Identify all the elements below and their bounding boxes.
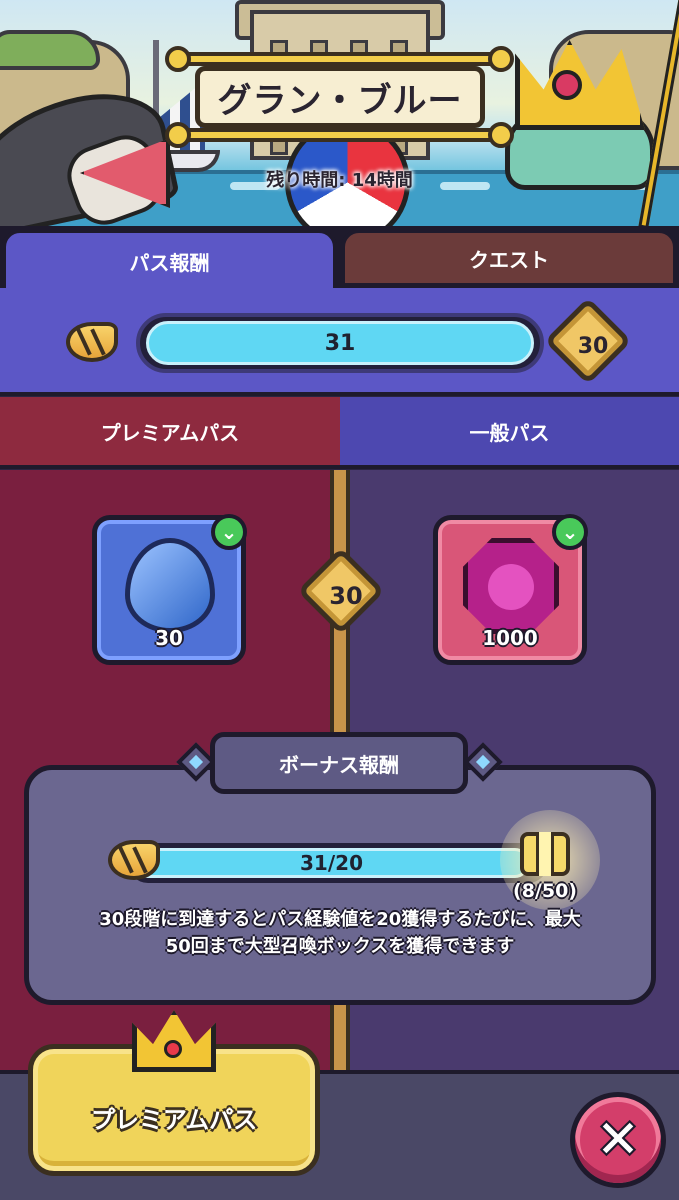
shell-icon — [66, 318, 122, 366]
bonus-progress-bar: 31/20 — [134, 848, 529, 878]
premium-pass-label: プレミアムパス — [100, 420, 240, 445]
reward-level-value: 30 — [329, 582, 363, 610]
title-banner: グラン・ブルー — [195, 66, 485, 128]
remaining-time: 残り時間: 14時間 — [266, 170, 413, 191]
pass-progress-value: 31 — [324, 330, 356, 356]
normal-pass-label: 一般パス — [469, 420, 550, 445]
shell-icon — [108, 836, 164, 884]
normal-reward-card[interactable]: 1000 ⌄ — [433, 514, 588, 665]
bonus-description: 30段階に到達するとパス経験値を20獲得するたびに、最大50回まで大型召喚ボック… — [99, 909, 581, 957]
premium-pass-button-label: プレミアムパス — [90, 1105, 258, 1134]
battle-pass-screen: グラン・ブルー 残り時間: 14時間 パス報酬 クエスト 31 30 プレミアム… — [0, 0, 679, 1200]
claimed-check-icon: ⌄ — [211, 514, 247, 550]
tab-quests[interactable]: クエスト — [341, 229, 677, 287]
bonus-chest-count: (8/50) — [513, 880, 577, 902]
premium-reward-card[interactable]: 30 ⌄ — [92, 514, 247, 665]
tab-pass-rewards[interactable]: パス報酬 — [2, 229, 337, 293]
crown-jewel — [164, 1040, 182, 1058]
title-knob — [165, 46, 191, 72]
close-button[interactable]: ✕ — [570, 1092, 666, 1188]
normal-pass-header: 一般パス — [340, 397, 679, 469]
blue-gem-drop-icon — [125, 538, 215, 633]
pink-gem-core — [488, 564, 534, 610]
crown-character-gem — [552, 70, 582, 100]
title-rod-top — [175, 52, 505, 66]
close-icon: ✕ — [596, 1110, 640, 1170]
title-knob — [488, 46, 514, 72]
pass-progress-bar: 31 — [146, 321, 534, 365]
tab-label: クエスト — [469, 247, 549, 272]
title-knob — [165, 122, 191, 148]
title-rod-bottom — [175, 128, 505, 142]
premium-pass-header: プレミアムパス — [0, 397, 340, 469]
page-title: グラン・ブルー — [217, 80, 463, 121]
premium-reward-amount: 30 — [155, 626, 183, 650]
bonus-title: ボーナス報酬 — [279, 752, 399, 777]
left-cliff-grass — [0, 30, 100, 70]
title-knob — [488, 122, 514, 148]
normal-reward-amount: 1000 — [482, 626, 538, 650]
bonus-progress-value: 31/20 — [300, 851, 363, 875]
level-badge-value: 30 — [577, 333, 609, 359]
header-scene: グラン・ブルー 残り時間: 14時間 — [0, 0, 679, 230]
bonus-title-plate: ボーナス報酬 — [210, 732, 468, 794]
treasure-chest-band — [536, 832, 554, 876]
claimed-check-icon: ⌄ — [552, 514, 588, 550]
tab-label: パス報酬 — [129, 250, 210, 275]
